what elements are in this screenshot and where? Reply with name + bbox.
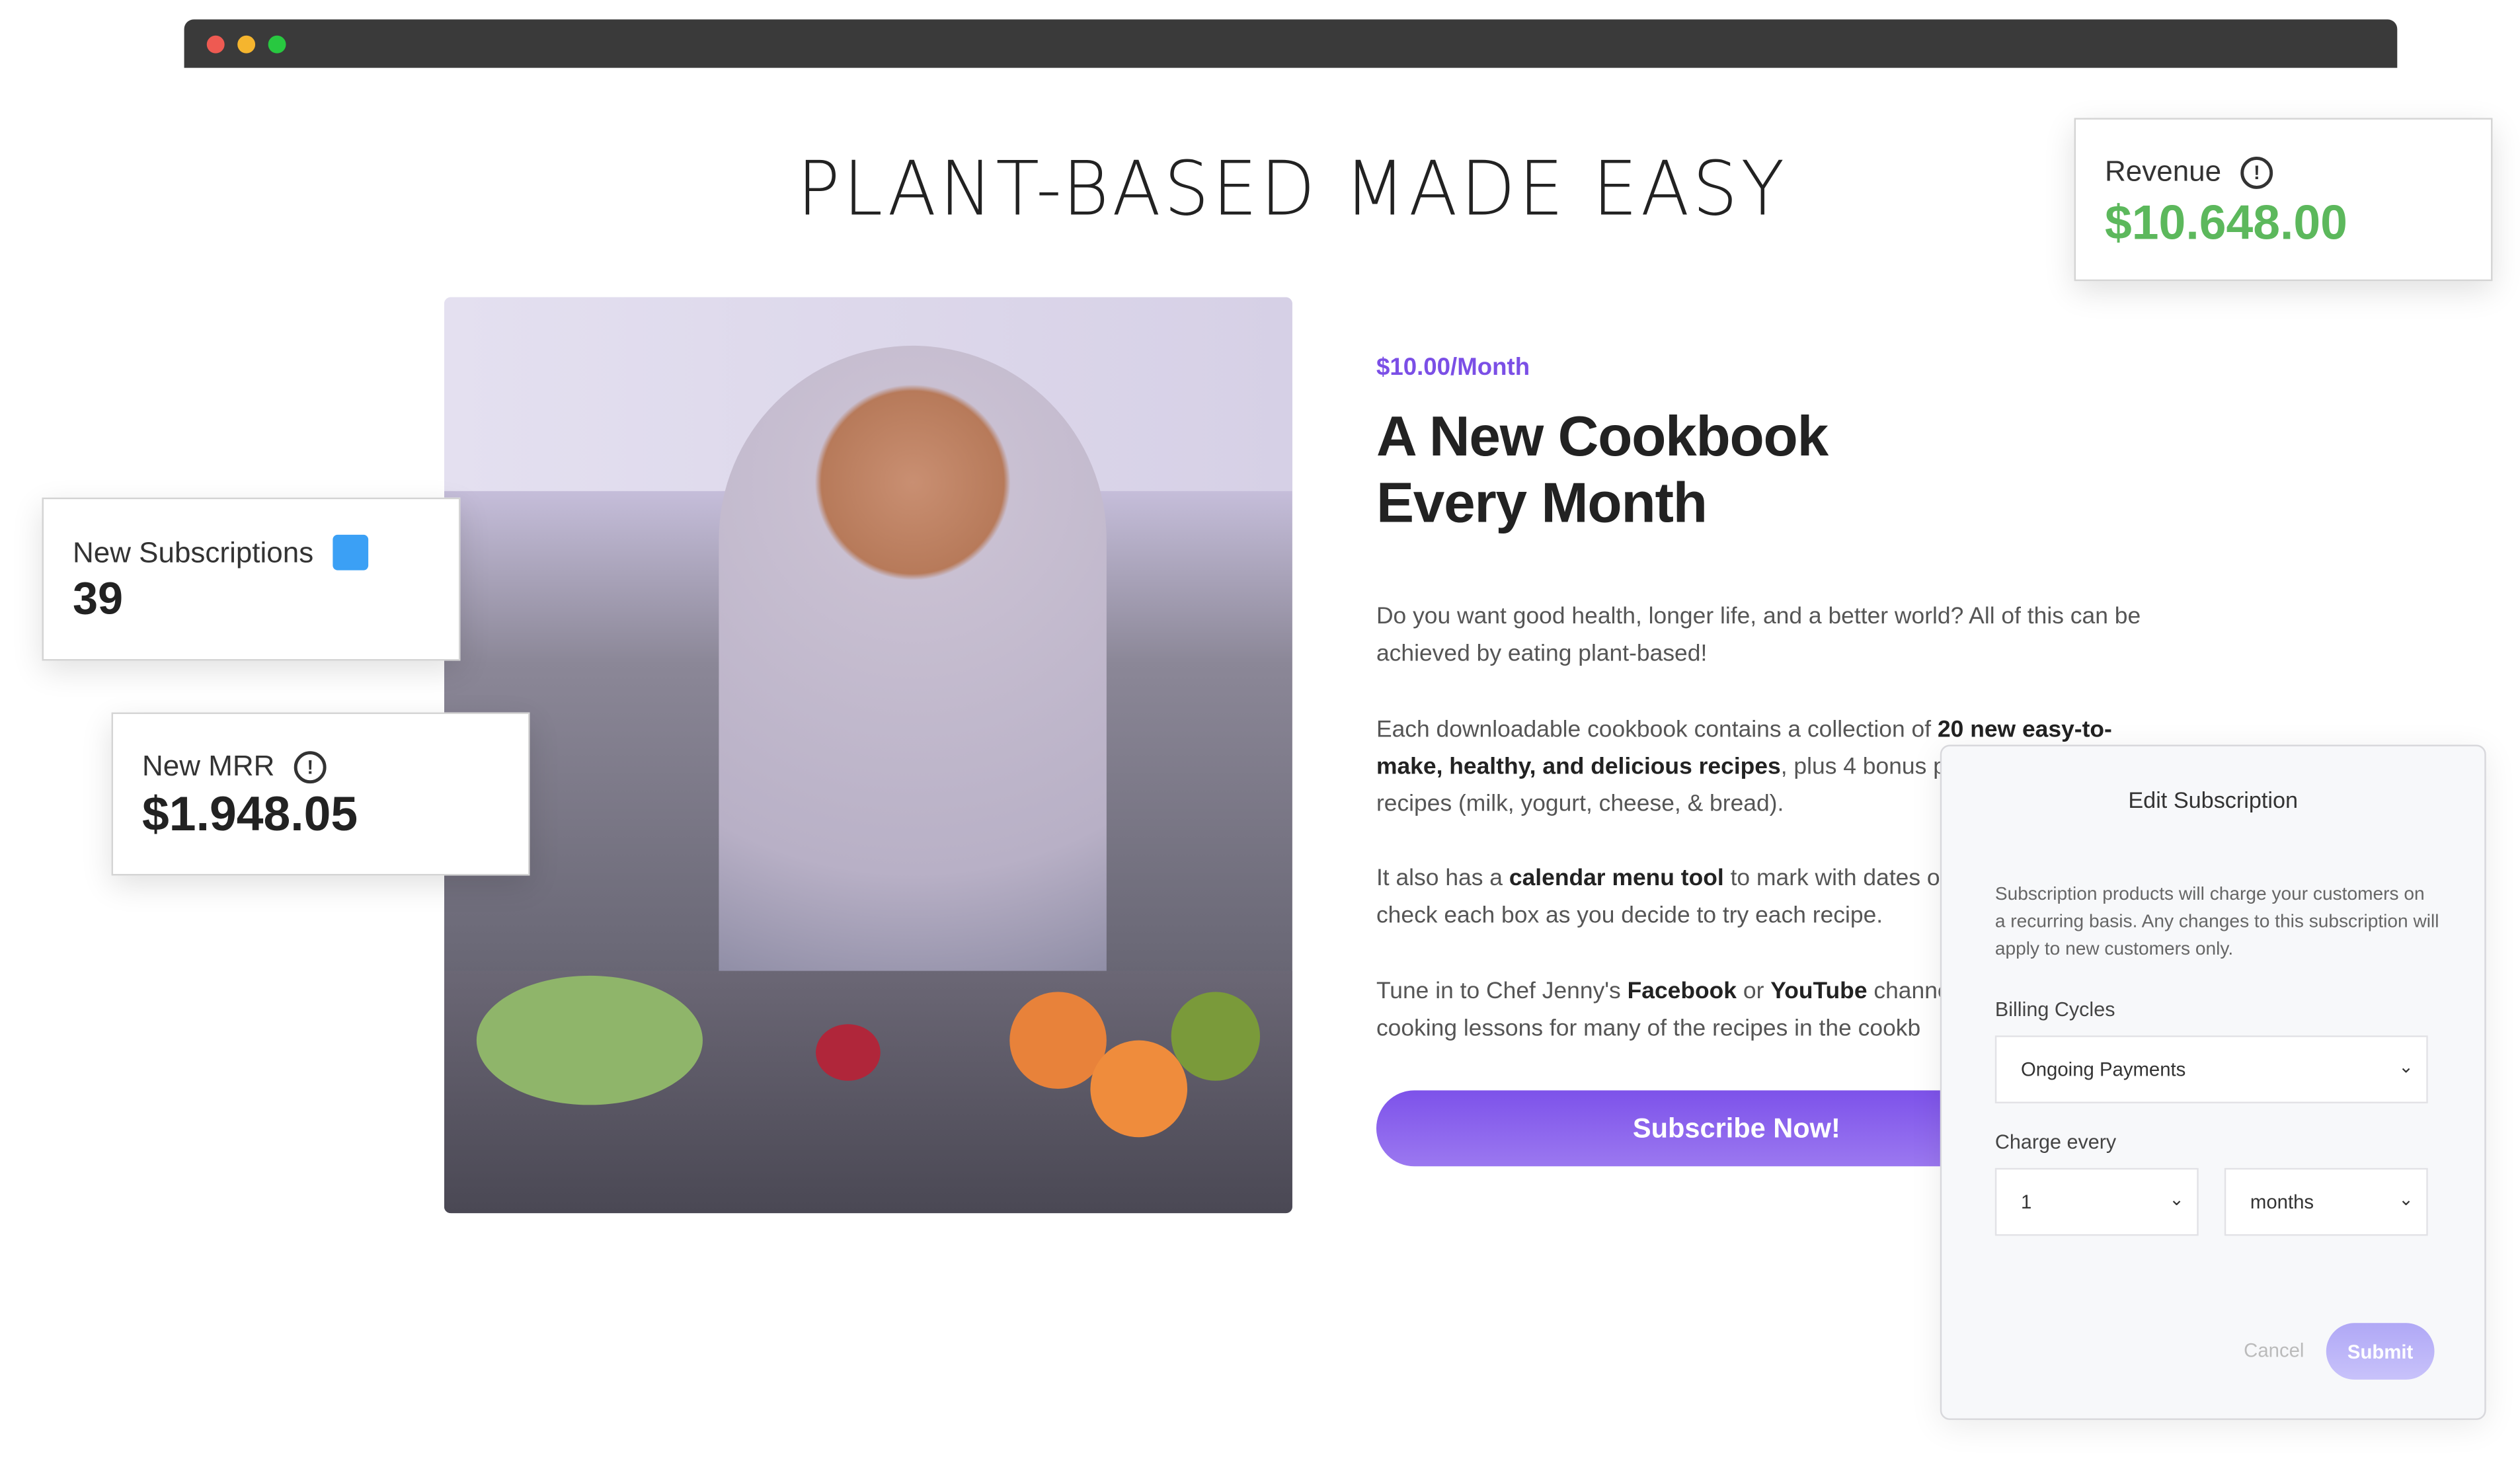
charge-unit-select[interactable]: months ⌄ xyxy=(2224,1167,2428,1236)
edit-subscription-modal: Edit Subscription Subscription products … xyxy=(1940,744,2486,1420)
close-window-dot[interactable] xyxy=(206,35,225,54)
facebook-link[interactable]: Facebook xyxy=(1628,979,1737,1005)
charge-every-label: Charge every xyxy=(1994,1130,2117,1154)
new-subscriptions-card: New Subscriptions 39 xyxy=(42,497,461,661)
new-mrr-label: New MRR xyxy=(142,749,275,782)
headline-line-2: Every Month xyxy=(1376,471,1708,535)
browser-title-bar xyxy=(184,19,2398,68)
intro-paragraph: Do you want good health, longer life, an… xyxy=(1376,604,2141,668)
modal-description: Subscription products will charge your c… xyxy=(1994,885,2439,960)
new-subscriptions-value: 39 xyxy=(72,573,124,624)
chevron-down-icon: ⌄ xyxy=(2398,1190,2414,1210)
modal-title: Edit Subscription xyxy=(2128,787,2299,813)
submit-button[interactable]: Submit xyxy=(2326,1323,2435,1380)
price-label: $10.00/Month xyxy=(1376,354,1530,381)
youtube-link[interactable]: YouTube xyxy=(1770,979,1867,1005)
stage: PLANT-BASED MADE EASY $10.00/Month A New… xyxy=(0,0,2520,1460)
info-icon[interactable]: ! xyxy=(2240,155,2273,188)
new-mrr-card: New MRR! $1.948.05 xyxy=(111,712,530,876)
cancel-button[interactable]: Cancel xyxy=(2234,1337,2314,1363)
minimize-window-dot[interactable] xyxy=(237,35,256,54)
product-headline: A New Cookbook Every Month xyxy=(1376,404,1829,536)
charge-count-select[interactable]: 1 ⌄ xyxy=(1994,1167,2199,1236)
billing-cycles-select[interactable]: Ongoing Payments ⌄ xyxy=(1994,1035,2428,1103)
info-icon[interactable]: ! xyxy=(294,750,327,783)
revenue-value: $10.648.00 xyxy=(2105,197,2347,251)
billing-cycles-label: Billing Cycles xyxy=(1994,998,2115,1021)
new-mrr-value: $1.948.05 xyxy=(142,788,358,842)
new-subscriptions-label: New Subscriptions xyxy=(72,535,314,568)
headline-line-1: A New Cookbook xyxy=(1376,405,1829,469)
chevron-down-icon: ⌄ xyxy=(2169,1190,2184,1210)
maximize-window-dot[interactable] xyxy=(268,35,286,54)
hero-photo xyxy=(444,297,1292,1214)
blue-square-icon xyxy=(333,534,369,571)
chevron-down-icon: ⌄ xyxy=(2398,1058,2414,1078)
revenue-label: Revenue xyxy=(2105,155,2222,188)
revenue-card: Revenue! $10.648.00 xyxy=(2074,118,2493,282)
